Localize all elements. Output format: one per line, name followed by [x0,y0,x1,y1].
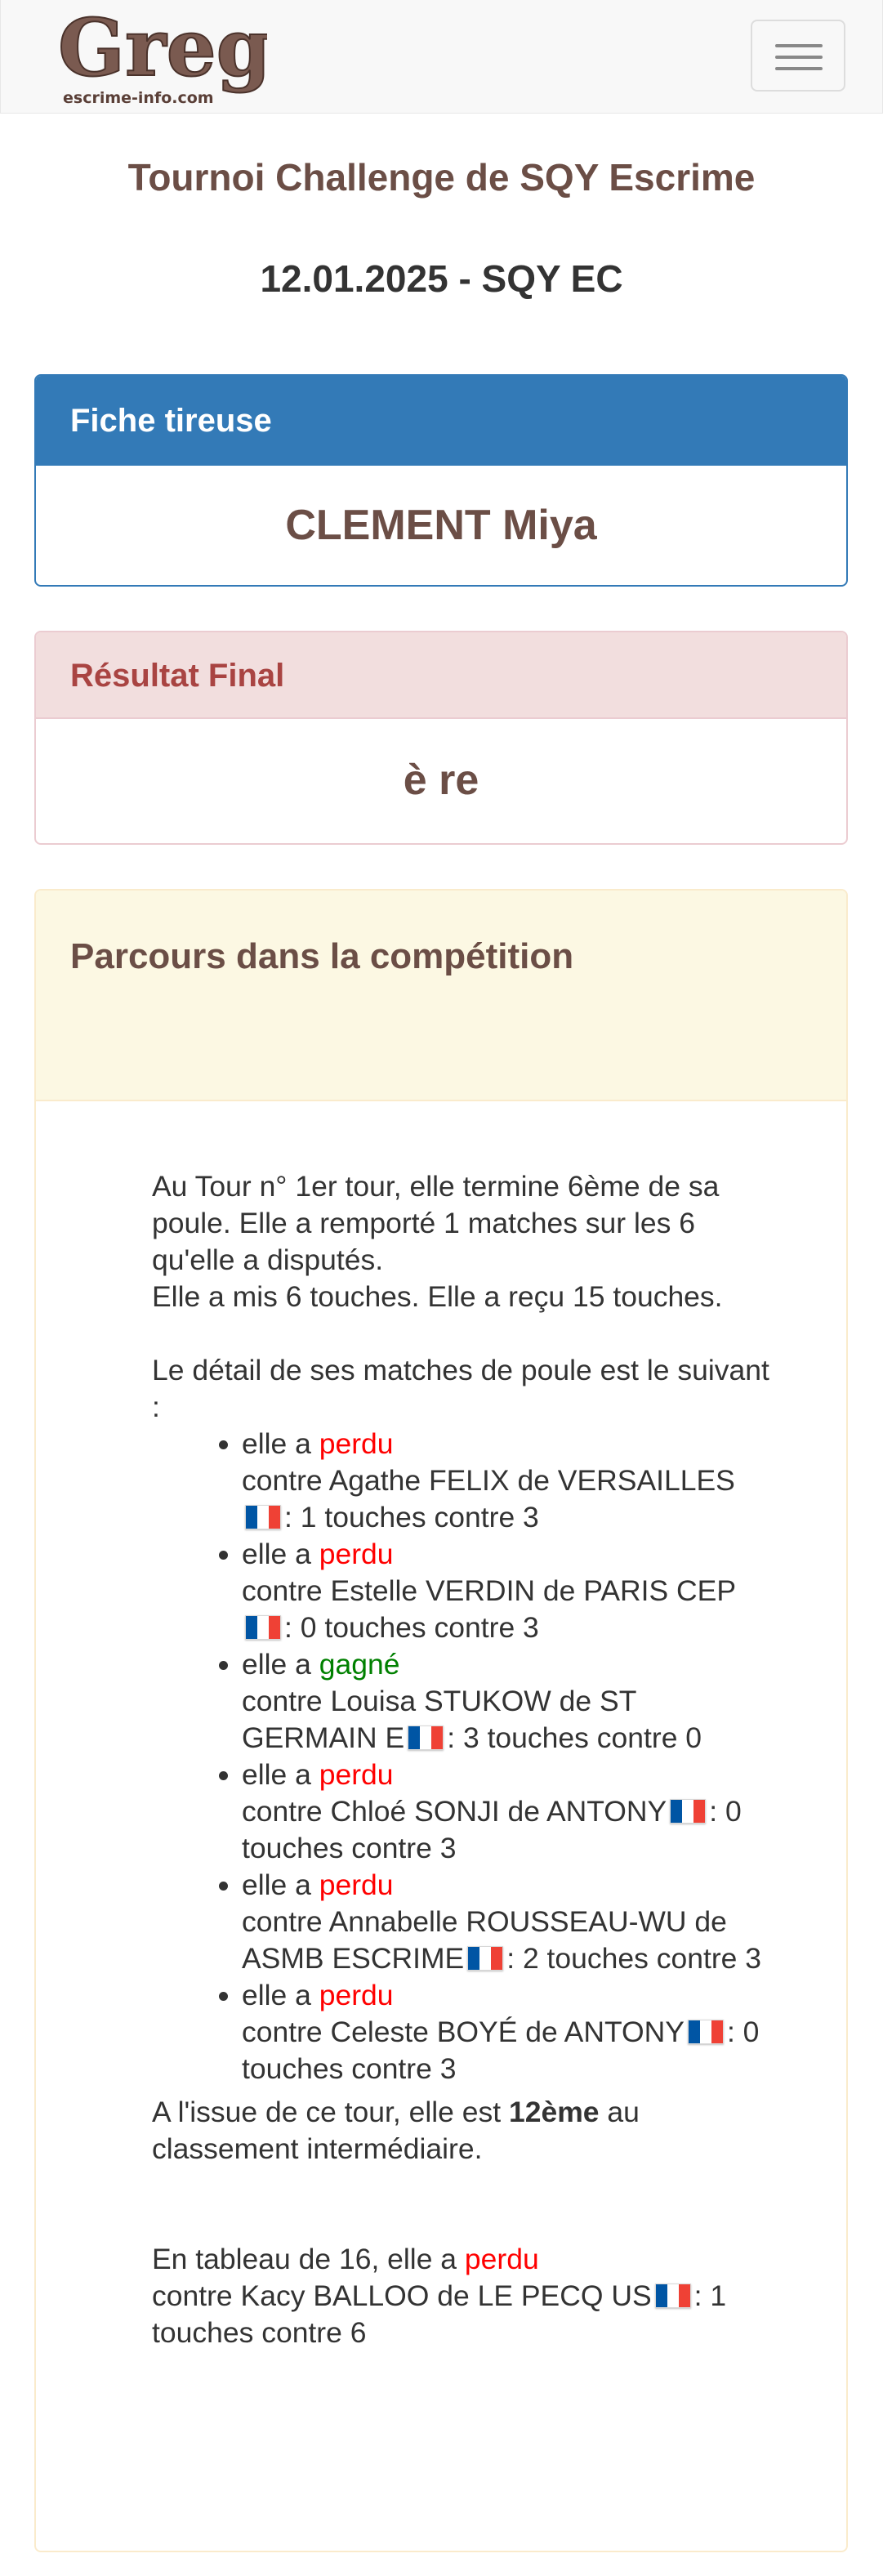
match-result: perdu [319,1868,394,1901]
fencer-name: CLEMENT Miya [285,502,597,549]
resultat-value: è re [403,757,479,804]
hamburger-menu-button[interactable] [751,20,845,92]
logo-subtext: escrime-info.com [63,89,214,107]
france-flag-icon [670,1799,707,1824]
parcours-content: Au Tour n° 1er tour, elle termine 6ème d… [152,1168,773,2351]
logo-text: Greg [58,3,267,94]
parcours-panel: Parcours dans la compétition Au Tour n° … [34,889,848,2552]
ranking-value: 12ème [508,2096,600,2128]
match-result: perdu [319,1427,394,1460]
tableau-opponent: contre Kacy BALLOO de LE PECQ US [152,2279,652,2312]
match-score: : 1 touches contre 3 [284,1501,539,1534]
match-score: : 0 touches contre 3 [284,1611,539,1644]
match-item: elle a perdu contre Chloé SONJI de ANTON… [242,1757,773,1867]
match-list: elle a perdu contre Agathe FELIX de VERS… [152,1426,773,2087]
match-result: perdu [319,1758,394,1791]
france-flag-icon [687,2020,724,2044]
tableau-text: En tableau de 16, elle a perdu contre Ka… [152,2243,727,2349]
detail-intro: Le détail de ses matches de poule est le… [152,1354,769,1423]
match-opponent: contre Celeste BOYÉ de ANTONY [242,2016,685,2048]
parcours-heading: Parcours dans la compétition [36,891,846,1101]
match-item: elle a perdu contre Celeste BOYÉ de ANTO… [242,1977,773,2087]
match-result: perdu [319,1979,394,2011]
fiche-panel: Fiche tireuse CLEMENT Miya [34,374,848,587]
france-flag-icon [245,1615,281,1640]
match-opponent: contre Chloé SONJI de ANTONY [242,1795,667,1828]
match-score: : 2 touches contre 3 [506,1942,762,1975]
intro-text-2: Elle a mis 6 touches. Elle a reçu 15 tou… [152,1280,723,1313]
france-flag-icon [654,2284,691,2308]
match-result: gagné [319,1648,400,1681]
match-item: elle a perdu contre Estelle VERDIN de PA… [242,1536,773,1646]
tableau-result: perdu [464,2243,539,2275]
match-opponent: contre Estelle VERDIN de PARIS CEP [242,1574,737,1607]
match-opponent: contre Agathe FELIX de VERSAILLES [242,1464,735,1497]
resultat-heading: Résultat Final [36,632,846,719]
match-item: elle a perdu contre Annabelle ROUSSEAU-W… [242,1867,773,1977]
intro-text-1: Au Tour n° 1er tour, elle termine 6ème d… [152,1170,720,1276]
navbar: Greg escrime-info.com [0,0,883,114]
match-result: perdu [319,1538,394,1570]
match-score: : 3 touches contre 0 [447,1721,702,1754]
page-subtitle: 12.01.2025 - SQY EC [260,257,623,300]
france-flag-icon [245,1505,281,1529]
match-item: elle a gagné contre Louisa STUKOW de ST … [242,1646,773,1757]
ranking-text: A l'issue de ce tour, elle est 12ème au … [152,2096,640,2165]
france-flag-icon [467,1946,504,1971]
fiche-heading: Fiche tireuse [36,376,846,466]
match-item: elle a perdu contre Agathe FELIX de VERS… [242,1426,773,1536]
france-flag-icon [408,1726,444,1750]
resultat-panel: Résultat Final è re [34,631,848,845]
page-title: Tournoi Challenge de SQY Escrime [127,156,756,199]
greg-logo[interactable]: Greg escrime-info.com [53,3,267,109]
